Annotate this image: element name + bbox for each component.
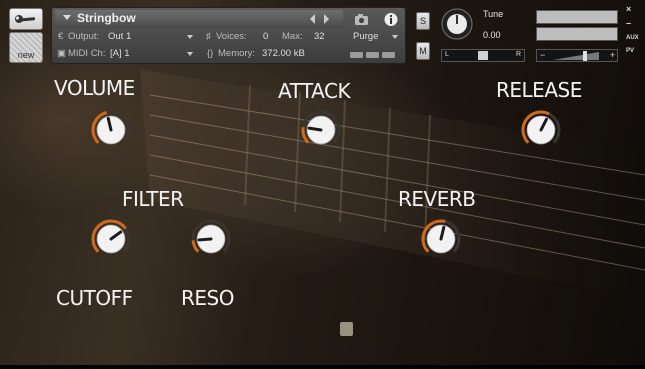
tune-label: Tune bbox=[483, 9, 504, 19]
pan-slider[interactable]: L R bbox=[441, 49, 525, 62]
minimize-button[interactable]: – bbox=[626, 18, 631, 28]
pv-button[interactable]: PV bbox=[626, 48, 634, 54]
snapshot-button[interactable] bbox=[347, 11, 375, 28]
reverb-knob[interactable] bbox=[421, 219, 461, 259]
info-icon bbox=[384, 13, 398, 26]
reverb-label: REVERB bbox=[398, 187, 476, 211]
release-knob[interactable] bbox=[521, 110, 561, 150]
wrench-icon bbox=[15, 15, 36, 23]
pan-handle[interactable] bbox=[478, 51, 488, 60]
prev-instrument-icon[interactable] bbox=[310, 14, 315, 24]
title-dropdown-icon[interactable] bbox=[63, 15, 71, 20]
midi-icon: ▣ bbox=[57, 48, 66, 59]
camera-icon bbox=[355, 14, 368, 25]
new-instrument-button[interactable]: new bbox=[9, 32, 43, 63]
bottom-edge bbox=[0, 365, 645, 369]
tune-value[interactable]: 0.00 bbox=[483, 30, 501, 40]
output-label: Output: bbox=[68, 31, 100, 42]
purge-label: Purge bbox=[353, 31, 379, 42]
voices-value: 0 bbox=[263, 31, 269, 42]
tune-knob[interactable] bbox=[441, 8, 473, 40]
volume-ramp-icon bbox=[553, 51, 599, 61]
next-instrument-icon[interactable] bbox=[324, 14, 329, 24]
pan-left-label: L bbox=[445, 51, 449, 58]
memory-label: Memory: bbox=[218, 48, 255, 59]
level-meter-left bbox=[536, 10, 618, 24]
instrument-header: new Stringbow € Output: Out 1 ♯ Voices: … bbox=[0, 0, 645, 68]
output-select[interactable]: Out 1 bbox=[108, 31, 131, 42]
instrument-name[interactable]: Stringbow bbox=[77, 11, 136, 25]
cutoff-knob[interactable] bbox=[91, 219, 131, 259]
knob-indicator bbox=[197, 237, 213, 242]
mute-button[interactable]: M bbox=[416, 42, 430, 60]
attack-label: ATTACK bbox=[278, 79, 351, 103]
volume-slider[interactable]: − + bbox=[536, 49, 618, 62]
max-label: Max: bbox=[282, 31, 303, 42]
volume-plus-label: + bbox=[610, 50, 616, 60]
info-button[interactable] bbox=[377, 11, 405, 28]
voices-icon: ♯ bbox=[206, 31, 211, 42]
instrument-title-bar[interactable]: Stringbow bbox=[55, 10, 343, 28]
close-button[interactable]: × bbox=[626, 4, 631, 14]
voices-label: Voices: bbox=[216, 31, 247, 42]
attack-knob[interactable] bbox=[301, 110, 341, 150]
aux-button[interactable]: AUX bbox=[626, 35, 639, 41]
instrument-info-panel: Stringbow € Output: Out 1 ♯ Voices: 0 Ma bbox=[51, 7, 406, 64]
midi-channel-label: MIDI Ch: bbox=[68, 48, 106, 59]
new-button-label: new bbox=[17, 50, 35, 60]
midi-channel-select[interactable]: [A] 1 bbox=[110, 48, 130, 59]
midi-dropdown-icon[interactable] bbox=[187, 52, 193, 56]
knob-indicator bbox=[307, 126, 323, 132]
output-icon: € bbox=[58, 31, 64, 42]
volume-minus-label: − bbox=[540, 50, 546, 60]
purge-menu[interactable]: Purge bbox=[348, 30, 403, 44]
pan-right-label: R bbox=[516, 51, 522, 58]
reso-knob[interactable] bbox=[191, 219, 231, 259]
volume-knob[interactable] bbox=[91, 110, 131, 150]
cutoff-label: CUTOFF bbox=[56, 286, 133, 310]
release-label: RELEASE bbox=[496, 78, 582, 102]
instrument-edit-button[interactable] bbox=[9, 8, 43, 30]
purge-dropdown-icon bbox=[392, 35, 398, 39]
memory-value: 372.00 kB bbox=[262, 48, 305, 59]
reso-label: RESO bbox=[181, 286, 234, 310]
memory-icon: {} bbox=[207, 48, 214, 59]
volume-label: VOLUME bbox=[54, 76, 135, 100]
solo-button[interactable]: S bbox=[416, 12, 430, 30]
max-voices-value[interactable]: 32 bbox=[314, 31, 325, 42]
output-dropdown-icon[interactable] bbox=[187, 35, 193, 39]
filter-label: FILTER bbox=[122, 187, 184, 211]
level-meter-right bbox=[536, 27, 618, 41]
